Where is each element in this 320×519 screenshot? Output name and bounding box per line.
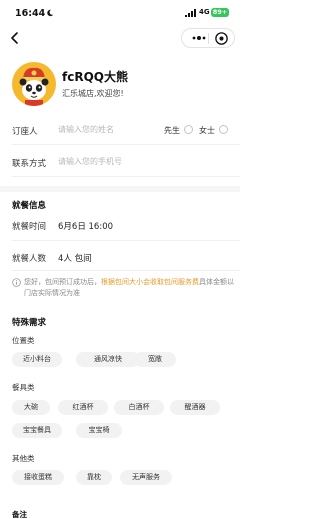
name-input[interactable] bbox=[58, 122, 154, 136]
category-tableware-label: 餐具类 bbox=[12, 383, 35, 392]
service-fee-notice: 您好，包间预订成功后，根据包间大小会收取包间服务费具体金额以门店实际情况为准 bbox=[24, 277, 234, 299]
dining-people-value[interactable]: 4人 包间 bbox=[58, 252, 92, 264]
store-welcome: 汇乐城店,欢迎您! bbox=[62, 89, 124, 98]
panda-chef-icon bbox=[19, 67, 49, 106]
option-chip[interactable]: 靠枕 bbox=[76, 470, 112, 485]
category-location-label: 位置类 bbox=[12, 336, 35, 345]
moon-icon bbox=[47, 9, 54, 17]
option-chip[interactable]: 红酒杯 bbox=[58, 400, 108, 415]
status-time: 16:44 bbox=[15, 8, 46, 19]
info-icon bbox=[12, 278, 21, 287]
row-divider bbox=[12, 240, 240, 241]
gender-madam-radio[interactable] bbox=[219, 125, 228, 134]
row-divider bbox=[12, 176, 240, 177]
category-other-label: 其他类 bbox=[12, 454, 35, 463]
gender-sir-label: 先生 bbox=[164, 126, 180, 135]
capsule-divider bbox=[208, 33, 209, 44]
status-bar: 16:44 4G 89+ bbox=[0, 0, 240, 26]
dining-time-label: 就餐时间 bbox=[12, 222, 47, 232]
special-section-title: 特殊需求 bbox=[12, 318, 47, 328]
back-arrow-icon[interactable] bbox=[8, 30, 22, 46]
option-chip[interactable]: 无声服务 bbox=[120, 470, 172, 485]
network-type: 4G bbox=[199, 8, 210, 16]
row-divider bbox=[12, 144, 240, 145]
option-chip[interactable]: 宝宝椅 bbox=[76, 423, 122, 438]
mini-program-capsule bbox=[181, 28, 235, 48]
row-divider bbox=[12, 270, 240, 271]
option-chip[interactable]: 通风凉快 bbox=[76, 352, 140, 367]
more-icon[interactable] bbox=[191, 33, 207, 43]
option-chip[interactable]: 接收蛋糕 bbox=[12, 470, 64, 485]
option-chip[interactable]: 近小料台 bbox=[12, 352, 62, 367]
signal-icon bbox=[185, 9, 196, 17]
option-chip[interactable]: 醒酒器 bbox=[170, 400, 220, 415]
store-avatar bbox=[12, 62, 56, 106]
notice-text: 您好，包间预订成功后， bbox=[24, 278, 101, 286]
option-chip[interactable]: 宽敞 bbox=[134, 352, 176, 367]
phone-input[interactable] bbox=[58, 154, 208, 168]
option-chip[interactable]: 大碗 bbox=[12, 400, 50, 415]
store-name: fcRQQ大熊 bbox=[62, 70, 128, 84]
gender-madam-label: 女士 bbox=[199, 126, 215, 135]
option-chip[interactable]: 白酒杯 bbox=[114, 400, 164, 415]
service-fee-link[interactable]: 根据包间大小会收取包间服务费 bbox=[101, 278, 199, 286]
nav-bar bbox=[0, 26, 240, 52]
section-separator bbox=[0, 186, 240, 192]
battery-icon: 89+ bbox=[211, 8, 229, 17]
option-chip[interactable]: 宝宝餐具 bbox=[12, 423, 62, 438]
remark-label: 备注 bbox=[12, 510, 27, 519]
dining-people-label: 就餐人数 bbox=[12, 254, 47, 264]
close-target-icon[interactable] bbox=[214, 31, 229, 46]
dining-section-title: 就餐信息 bbox=[12, 201, 47, 211]
contact-label: 联系方式 bbox=[12, 159, 47, 169]
gender-sir-radio[interactable] bbox=[184, 125, 193, 134]
booker-label: 订座人 bbox=[12, 127, 38, 137]
dining-time-value[interactable]: 6月6日 16:00 bbox=[58, 220, 113, 232]
